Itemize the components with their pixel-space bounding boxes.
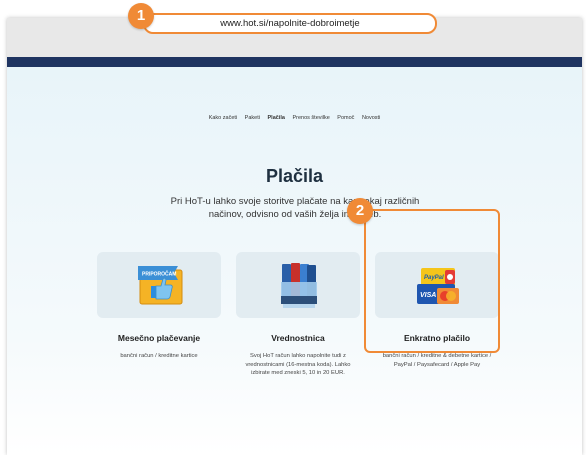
callout-badge-2: 2 xyxy=(347,198,373,224)
menu-item-prenos-stevilke[interactable]: Prenos številke xyxy=(292,115,329,121)
site-header-bar xyxy=(7,57,582,67)
recommend-ribbon-label: PRIPOROČAM xyxy=(142,271,176,278)
menu-item-placila[interactable]: Plačila xyxy=(268,115,285,121)
menu-item-kako-zaceti[interactable]: Kako začeti xyxy=(209,115,237,121)
card-mesecno-placevanje[interactable]: PRIPOROČAM xyxy=(97,252,221,318)
card-desc-mesecno: bančni račun / kreditne kartice xyxy=(120,353,198,359)
card-title-mesecno: Mesečno plačevanje xyxy=(117,333,201,343)
menu-item-paketi[interactable]: Paketi xyxy=(245,115,260,121)
card-desc-enkratno: bančni račun / kreditne & debetne kartic… xyxy=(382,353,492,368)
voucher-cards-icon xyxy=(279,260,319,312)
page-title: Plačila xyxy=(265,166,324,186)
highlight-outline-enkratno xyxy=(364,209,500,353)
main-menu: Kako začeti Paketi Plačila Prenos števil… xyxy=(7,115,582,121)
menu-item-pomoc[interactable]: Pomoč xyxy=(337,115,354,121)
url-bar[interactable]: www.hot.si/napolnite-dobroimetje xyxy=(143,13,437,34)
callout-badge-1: 1 xyxy=(128,3,154,29)
card-vrednostnica[interactable] xyxy=(236,252,360,318)
thumbs-up-icon: PRIPOROČAM xyxy=(138,264,184,308)
card-title-vrednostnica: Vrednostnica xyxy=(271,333,325,343)
card-desc-vrednostnica: Svoj HoT račun lahko napolnite tudi z vr… xyxy=(245,353,351,376)
menu-item-novosti[interactable]: Novosti xyxy=(362,115,380,121)
